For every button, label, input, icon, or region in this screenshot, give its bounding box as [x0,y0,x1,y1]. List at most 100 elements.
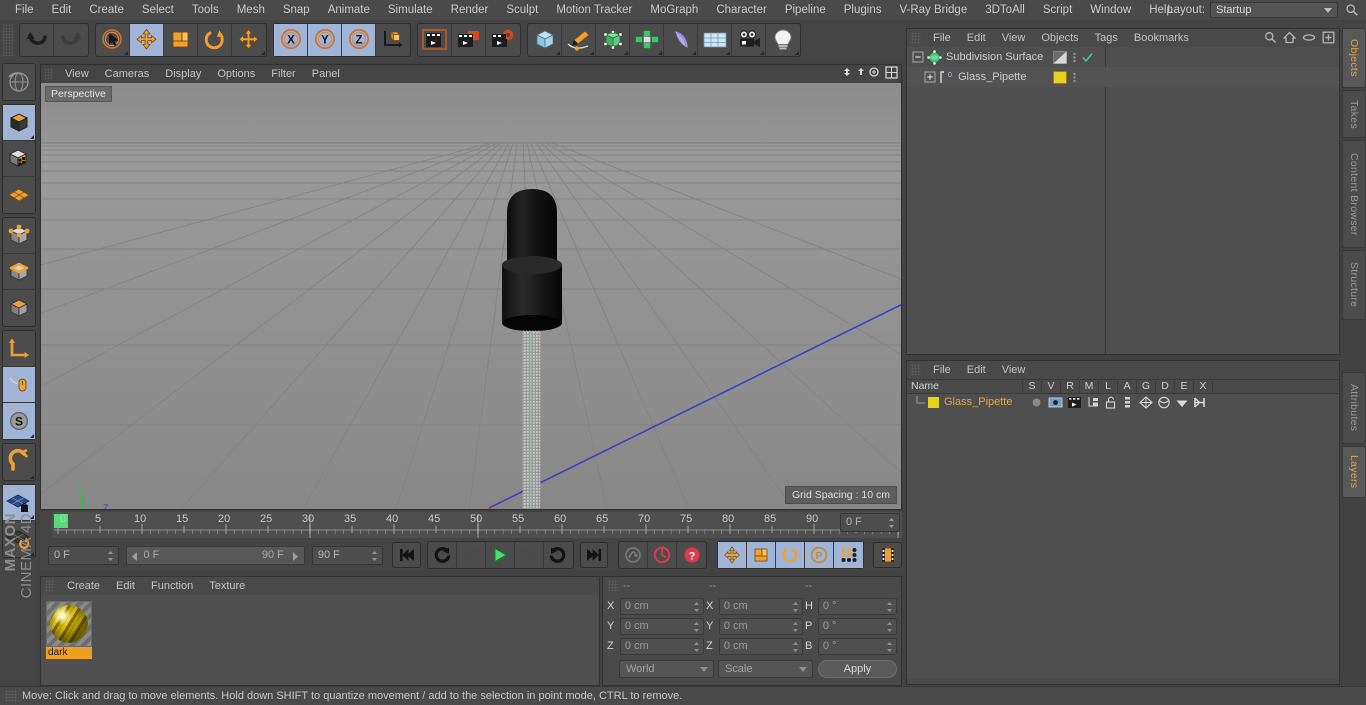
object-row-subdivision-surface[interactable]: Subdivision Surface [907,47,1339,67]
max-frame-field[interactable]: 90 F [311,545,384,565]
object-menu-tags[interactable]: Tags [1087,29,1126,47]
menu-vray-bridge[interactable]: V-Ray Bridge [890,0,976,20]
add-generator-button[interactable] [596,24,630,56]
layout-dropdown[interactable]: Startup [1210,2,1338,18]
menu-mograph[interactable]: MoGraph [641,0,707,20]
viewport-layout-icons[interactable] [841,66,901,82]
range-right-arrow-icon[interactable] [290,551,300,562]
go-to-start-button[interactable] [392,542,421,568]
material-grip[interactable] [45,580,55,592]
object-menu-view[interactable]: View [994,29,1034,47]
current-frame-field[interactable]: 0 F [48,545,120,565]
layer-list[interactable]: Glass_Pipette [907,394,1339,679]
autokeying-button[interactable] [648,542,678,568]
menu-3dtoall[interactable]: 3DToAll [976,0,1034,20]
spinner-icon[interactable] [888,516,895,530]
material-menu-create[interactable]: Create [59,577,108,595]
generator-icon[interactable] [1139,395,1153,409]
rot-p-field[interactable]: 0 ° [817,617,897,635]
go-to-end-button[interactable] [579,542,609,568]
step-forward-button[interactable] [515,542,544,568]
xref-icon[interactable] [1193,396,1206,409]
axis-modify-button[interactable] [3,331,35,367]
add-cube-button[interactable] [528,24,562,56]
menu-mesh[interactable]: Mesh [228,0,274,20]
add-camera-button[interactable] [732,24,766,56]
pipette-3d-object[interactable] [41,83,901,509]
menu-select[interactable]: Select [133,0,183,20]
points-mode-button[interactable] [3,218,35,254]
add-spline-button[interactable] [562,24,596,56]
texture-mode-button[interactable] [3,141,35,177]
render-icon[interactable] [1067,396,1082,409]
add-deformer-button[interactable] [664,24,698,56]
spinner-icon[interactable] [886,620,893,634]
lock-y-axis-button[interactable]: Y [308,24,342,56]
material-tag[interactable] [1053,70,1067,84]
viewport-grip[interactable] [44,68,54,80]
size-z-field[interactable]: 0 cm [718,637,803,655]
loop-button[interactable] [544,542,573,568]
spinner-icon[interactable] [693,640,700,654]
apply-button[interactable]: Apply [817,660,897,678]
menu-plugins[interactable]: Plugins [835,0,891,20]
undo-view-button[interactable] [3,64,35,100]
move-tool-button[interactable] [130,24,164,56]
timeline-ruler[interactable]: 0 5 10 15 20 25 30 35 40 45 50 55 60 65 … [52,512,902,538]
viewport-menu-display[interactable]: Display [157,65,209,83]
viewport-menu-cameras[interactable]: Cameras [97,65,158,83]
add-layer-icon[interactable] [1322,31,1335,44]
viewport-3d-scene[interactable]: Perspective Y Z Grid Spacing: 10 cm [41,83,901,509]
rot-b-field[interactable]: 0 ° [817,637,897,655]
object-menu-edit[interactable]: Edit [959,29,994,47]
add-scene-floor-button[interactable] [698,24,732,56]
material-menu-function[interactable]: Function [143,577,201,595]
menu-script[interactable]: Script [1034,0,1081,20]
snap-settings-button[interactable]: S [3,403,35,439]
key-parameter-button[interactable]: P [805,542,835,568]
add-mograph-button[interactable] [630,24,664,56]
coordinates-grip[interactable] [608,579,618,592]
render-view-button[interactable] [418,24,452,56]
magnet-tool-button[interactable] [3,444,35,480]
polygons-mode-button[interactable] [3,290,35,326]
tab-structure[interactable]: Structure [1342,250,1366,320]
menu-character[interactable]: Character [707,0,776,20]
render-picture-viewer-button[interactable] [452,24,486,56]
model-mode-button[interactable] [3,105,35,141]
object-tree[interactable]: Subdivision Surface 0 Glass_Pipette [907,47,1339,354]
spinner-icon[interactable] [693,600,700,614]
playhead-frame-field[interactable]: 0 F [840,513,900,532]
spinner-icon[interactable] [886,600,893,614]
menu-create[interactable]: Create [80,0,133,20]
timeline-toggle-button[interactable] [873,542,902,568]
viewport-menu-filter[interactable]: Filter [263,65,303,83]
viewport-menu-panel[interactable]: Panel [304,65,348,83]
enable-snapping-button[interactable] [3,367,35,403]
spinner-icon[interactable] [107,549,114,563]
add-light-button[interactable] [766,24,800,56]
rot-h-field[interactable]: 0 ° [817,597,897,615]
menu-file[interactable]: File [6,0,43,20]
object-manager-grip[interactable] [911,32,921,44]
size-x-field[interactable]: 0 cm [718,597,803,615]
menu-simulate[interactable]: Simulate [379,0,442,20]
status-bar-grip[interactable] [5,690,17,702]
key-position-button[interactable] [718,542,748,568]
lock-x-axis-button[interactable]: X [274,24,308,56]
collapse-expand-icon[interactable] [911,50,925,64]
play-forward-button[interactable] [486,542,515,568]
coordinate-system-dropdown[interactable]: World [619,660,714,678]
world-object-axis-button[interactable] [376,24,410,56]
tab-objects[interactable]: Objects [1342,28,1366,88]
expression-icon[interactable] [1175,396,1189,409]
object-menu-bookmarks[interactable]: Bookmarks [1126,29,1197,47]
viewport-menu-options[interactable]: Options [209,65,263,83]
spinner-icon[interactable] [886,640,893,654]
play-backwards-loop-button[interactable] [428,542,457,568]
display-tag[interactable] [1053,50,1067,64]
layer-color-swatch[interactable] [928,396,939,408]
undo-button[interactable] [20,24,54,56]
manager-icon[interactable] [1086,396,1100,409]
expand-icon[interactable] [923,70,937,84]
